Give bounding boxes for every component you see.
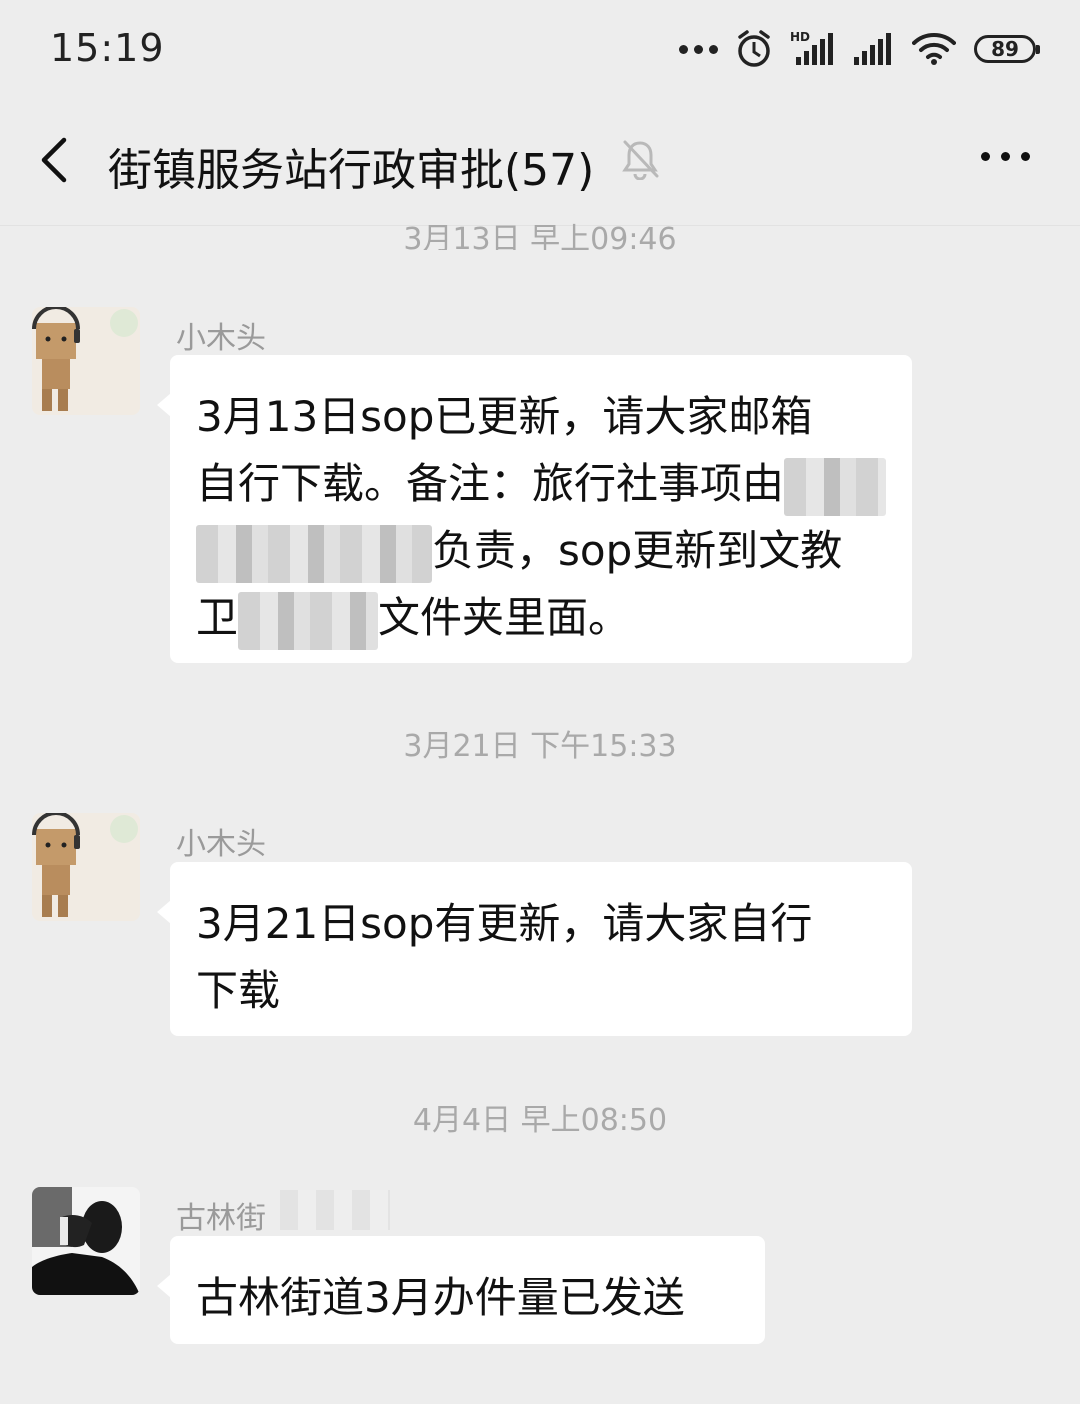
redacted-text	[196, 524, 432, 583]
message-timestamp: 3月13日 早上09:46	[403, 222, 677, 250]
more-icon[interactable]	[981, 152, 1030, 161]
status-time: 15:19	[50, 26, 165, 70]
message-bubble[interactable]: 古林街道3月办件量已发送	[157, 1236, 765, 1344]
battery-level: 89	[991, 37, 1019, 61]
alarm-icon	[738, 30, 770, 67]
message-line: 卫文件夹里面。	[196, 584, 888, 651]
message-timestamp: 3月21日 下午15:33	[403, 729, 677, 764]
avatar[interactable]	[32, 307, 140, 415]
message-line: 负责，sop更新到文教	[196, 517, 888, 584]
bubble-tail	[157, 900, 171, 924]
message-line: 自行下载。备注：旅行社事项由	[196, 450, 888, 517]
message-line: 3月21日sop有更新，请大家自行	[196, 899, 813, 948]
message-bubble[interactable]: 3月13日sop已更新，请大家邮箱 自行下载。备注：旅行社事项由 负责，sop更…	[157, 355, 912, 663]
status-icons: HD 89	[679, 26, 1040, 72]
danbo-avatar-icon	[32, 307, 140, 415]
chat-title: 街镇服务站行政审批(57)	[108, 145, 595, 196]
sender-name: 小木头	[176, 827, 266, 862]
danbo-avatar-icon	[32, 813, 140, 921]
sender-name: 古林街	[176, 1201, 266, 1236]
bubble-tail	[157, 1274, 171, 1298]
sender-name: 小木头	[176, 321, 266, 356]
message-line: 3月13日sop已更新，请大家邮箱	[196, 392, 813, 441]
back-icon[interactable]	[30, 130, 80, 190]
avatar[interactable]	[32, 1187, 140, 1295]
redacted-sender-name	[280, 1190, 390, 1230]
avatar[interactable]	[32, 813, 140, 921]
message-line: 下载	[196, 966, 281, 1015]
battery-icon: 89	[974, 35, 1040, 63]
signal-icon	[854, 33, 891, 65]
redacted-text	[784, 457, 887, 516]
message-line: 古林街道3月办件量已发送	[196, 1273, 685, 1322]
message-timestamp: 4月4日 早上08:50	[412, 1103, 668, 1138]
hd-signal-icon: HD	[790, 30, 833, 65]
status-bar: 15:19 HD 89	[0, 0, 1080, 100]
svg-text:HD: HD	[790, 30, 810, 44]
message-bubble[interactable]: 3月21日sop有更新，请大家自行 下载	[157, 862, 912, 1036]
portrait-avatar-icon	[32, 1187, 140, 1295]
wifi-icon	[912, 33, 956, 65]
bubble-tail	[157, 393, 171, 417]
redacted-text	[238, 591, 379, 650]
notification-dots-icon	[679, 44, 718, 54]
chat-header: 街镇服务站行政审批(57)	[0, 100, 1080, 226]
mute-icon	[622, 140, 659, 180]
